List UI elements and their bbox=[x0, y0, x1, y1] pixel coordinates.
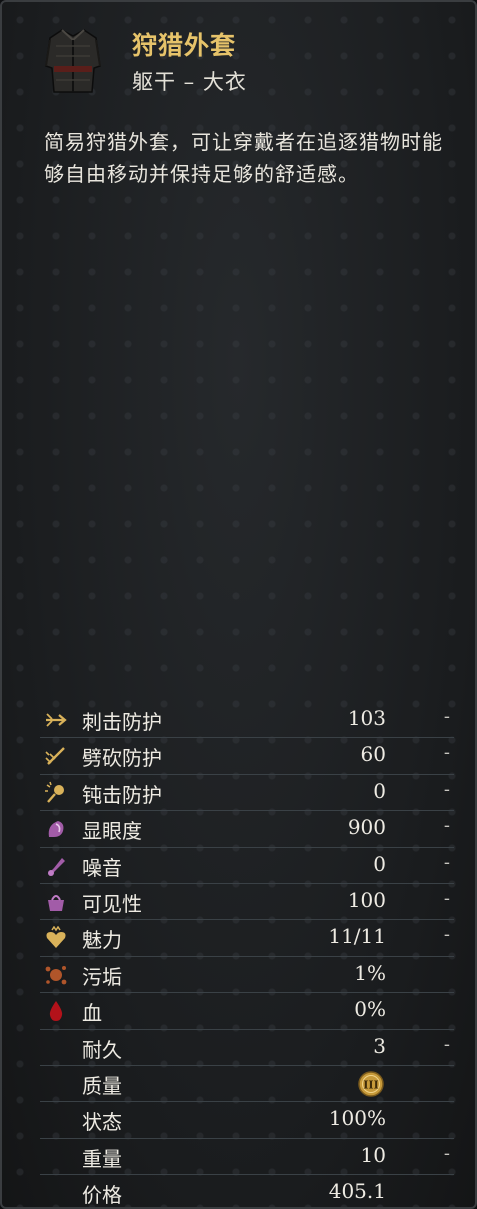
noise-icon bbox=[44, 854, 68, 878]
stat-label: 可见性 bbox=[82, 891, 142, 916]
stat-label: 重量 bbox=[82, 1146, 122, 1171]
stat-value: 3 bbox=[373, 1033, 386, 1058]
stat-label: 质量 bbox=[82, 1073, 122, 1098]
stat-label: 血 bbox=[82, 1001, 102, 1026]
stat-row-weight: 重量 10 - bbox=[40, 1139, 454, 1176]
item-tooltip: 狩猎外套 躯干 – 大衣 简易狩猎外套，可让穿戴者在追逐猎物时能够自由移动并保持… bbox=[0, 0, 477, 1209]
charisma-icon bbox=[44, 925, 68, 950]
visibility-icon bbox=[44, 890, 68, 914]
dirt-icon bbox=[44, 963, 68, 987]
stat-value: 103 bbox=[347, 706, 386, 730]
stat-modifier: - bbox=[443, 815, 450, 837]
stat-row-condition: 状态 100% bbox=[40, 1102, 454, 1139]
blunt-icon bbox=[44, 781, 68, 805]
stat-row-stab-protection: 刺击防护 103 - bbox=[40, 702, 454, 739]
item-title: 狩猎外套 bbox=[132, 31, 237, 60]
stat-modifier: - bbox=[443, 778, 450, 800]
stat-value: 0 bbox=[373, 851, 386, 876]
stat-label: 钝击防护 bbox=[82, 782, 162, 807]
stat-label: 刺击防护 bbox=[82, 710, 162, 734]
item-description: 简易狩猎外套，可让穿戴者在追逐猎物时能够自由移动并保持足够的舒适感。 bbox=[44, 130, 443, 186]
stat-row-slash-protection: 劈砍防护 60 - bbox=[40, 738, 454, 775]
stat-label: 状态 bbox=[82, 1110, 122, 1135]
stat-value: 10 bbox=[360, 1142, 386, 1167]
stat-value: 100 bbox=[347, 887, 386, 912]
stat-value: 60 bbox=[360, 742, 386, 767]
stat-value: 0 bbox=[373, 778, 386, 803]
hunting-coat-icon bbox=[45, 29, 101, 93]
quality-badge-label: III bbox=[363, 1078, 378, 1091]
blood-icon bbox=[44, 999, 68, 1023]
stat-label: 魅力 bbox=[82, 928, 122, 953]
stat-modifier: - bbox=[443, 1033, 450, 1055]
stat-value: 900 bbox=[347, 815, 386, 840]
stab-icon bbox=[44, 708, 68, 732]
stat-value: 100% bbox=[328, 1106, 386, 1131]
stat-row-dirt: 污垢 1% bbox=[40, 957, 454, 994]
stat-row-visibility: 可见性 100 - bbox=[40, 884, 454, 921]
stat-value: 1% bbox=[354, 960, 386, 985]
stat-label: 显眼度 bbox=[82, 819, 142, 844]
stat-label: 价格 bbox=[82, 1183, 122, 1208]
quality-badge-icon: III bbox=[358, 1071, 384, 1097]
stat-label: 噪音 bbox=[82, 855, 122, 880]
stat-value: 0% bbox=[354, 997, 386, 1022]
stat-row-durability: 耐久 3 - bbox=[40, 1030, 454, 1066]
stat-row-blunt-protection: 钝击防护 0 - bbox=[40, 775, 454, 812]
stat-modifier: - bbox=[443, 851, 450, 873]
slash-icon bbox=[44, 744, 68, 768]
stat-row-charisma: 魅力 11/11 - bbox=[40, 920, 454, 957]
stat-label: 劈砍防护 bbox=[82, 746, 162, 771]
stat-row-blood: 血 0% bbox=[40, 993, 454, 1030]
stat-label: 耐久 bbox=[82, 1037, 122, 1062]
item-subtitle: 躯干 – 大衣 bbox=[132, 70, 247, 94]
stat-row-noise: 噪音 0 - bbox=[40, 848, 454, 884]
stat-row-quality: 质量 III bbox=[40, 1066, 454, 1103]
stat-label: 污垢 bbox=[82, 964, 122, 989]
stat-row-price: 价格 405.1 bbox=[40, 1175, 454, 1208]
stat-row-conspicuousness: 显眼度 900 - bbox=[40, 811, 454, 848]
stats-list: 刺击防护 103- 劈砍防护 60- 钝击防护 0- 显眼度 900- 噪音 0- 可见性 100- 魅… bbox=[40, 702, 454, 1208]
conspicuousness-icon bbox=[44, 817, 68, 841]
stat-value: 11/11 bbox=[328, 924, 386, 949]
stat-modifier: - bbox=[443, 742, 450, 764]
stat-modifier: - bbox=[443, 924, 450, 946]
stat-modifier: - bbox=[443, 887, 450, 909]
stat-modifier: - bbox=[443, 706, 450, 727]
stat-modifier: - bbox=[443, 1142, 450, 1164]
stat-value: 405.1 bbox=[328, 1179, 386, 1204]
